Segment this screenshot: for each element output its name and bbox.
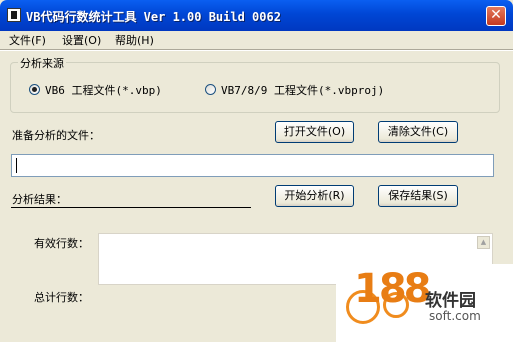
total-lines-label: 总计行数： bbox=[34, 291, 89, 304]
open-file-button[interactable]: 打开文件(O) bbox=[275, 121, 354, 143]
vb6-radio[interactable] bbox=[29, 84, 40, 95]
scroll-up-arrow-icon[interactable]: ▲ bbox=[477, 236, 490, 249]
menu-bar: 文件(F) 设置(O) 帮助(H) bbox=[0, 31, 513, 49]
vb6-radio-label[interactable]: VB6 工程文件(*.vbp) bbox=[45, 82, 162, 98]
files-label: 准备分析的文件： bbox=[12, 129, 100, 142]
valid-lines-label: 有效行数： bbox=[34, 237, 89, 250]
watermark-site: soft.com bbox=[429, 309, 481, 323]
source-group-legend: 分析来源 bbox=[18, 55, 66, 71]
vbnet-radio-label[interactable]: VB7/8/9 工程文件(*.vbproj) bbox=[221, 82, 384, 98]
vbnet-radio[interactable] bbox=[205, 84, 216, 95]
watermark-number: 188 bbox=[354, 266, 431, 312]
clear-file-button[interactable]: 清除文件(C) bbox=[378, 121, 458, 143]
start-analysis-button[interactable]: 开始分析(R) bbox=[275, 185, 354, 207]
title-bar[interactable]: VB代码行数统计工具 Ver 1.00 Build 0062 ✕ bbox=[0, 0, 513, 31]
menu-settings[interactable]: 设置(O) bbox=[62, 32, 101, 48]
watermark-name: 软件园 bbox=[425, 291, 476, 311]
menu-divider bbox=[0, 49, 513, 51]
app-icon[interactable] bbox=[7, 8, 21, 22]
close-button[interactable]: ✕ bbox=[486, 6, 506, 26]
menu-file[interactable]: 文件(F) bbox=[9, 32, 46, 48]
results-separator bbox=[11, 207, 251, 208]
text-caret bbox=[16, 158, 17, 173]
window-title: VB代码行数统计工具 Ver 1.00 Build 0062 bbox=[26, 10, 281, 24]
save-results-button[interactable]: 保存结果(S) bbox=[378, 185, 458, 207]
menu-help[interactable]: 帮助(H) bbox=[115, 32, 154, 48]
file-path-input[interactable] bbox=[11, 154, 494, 177]
results-label: 分析结果： bbox=[12, 193, 67, 206]
